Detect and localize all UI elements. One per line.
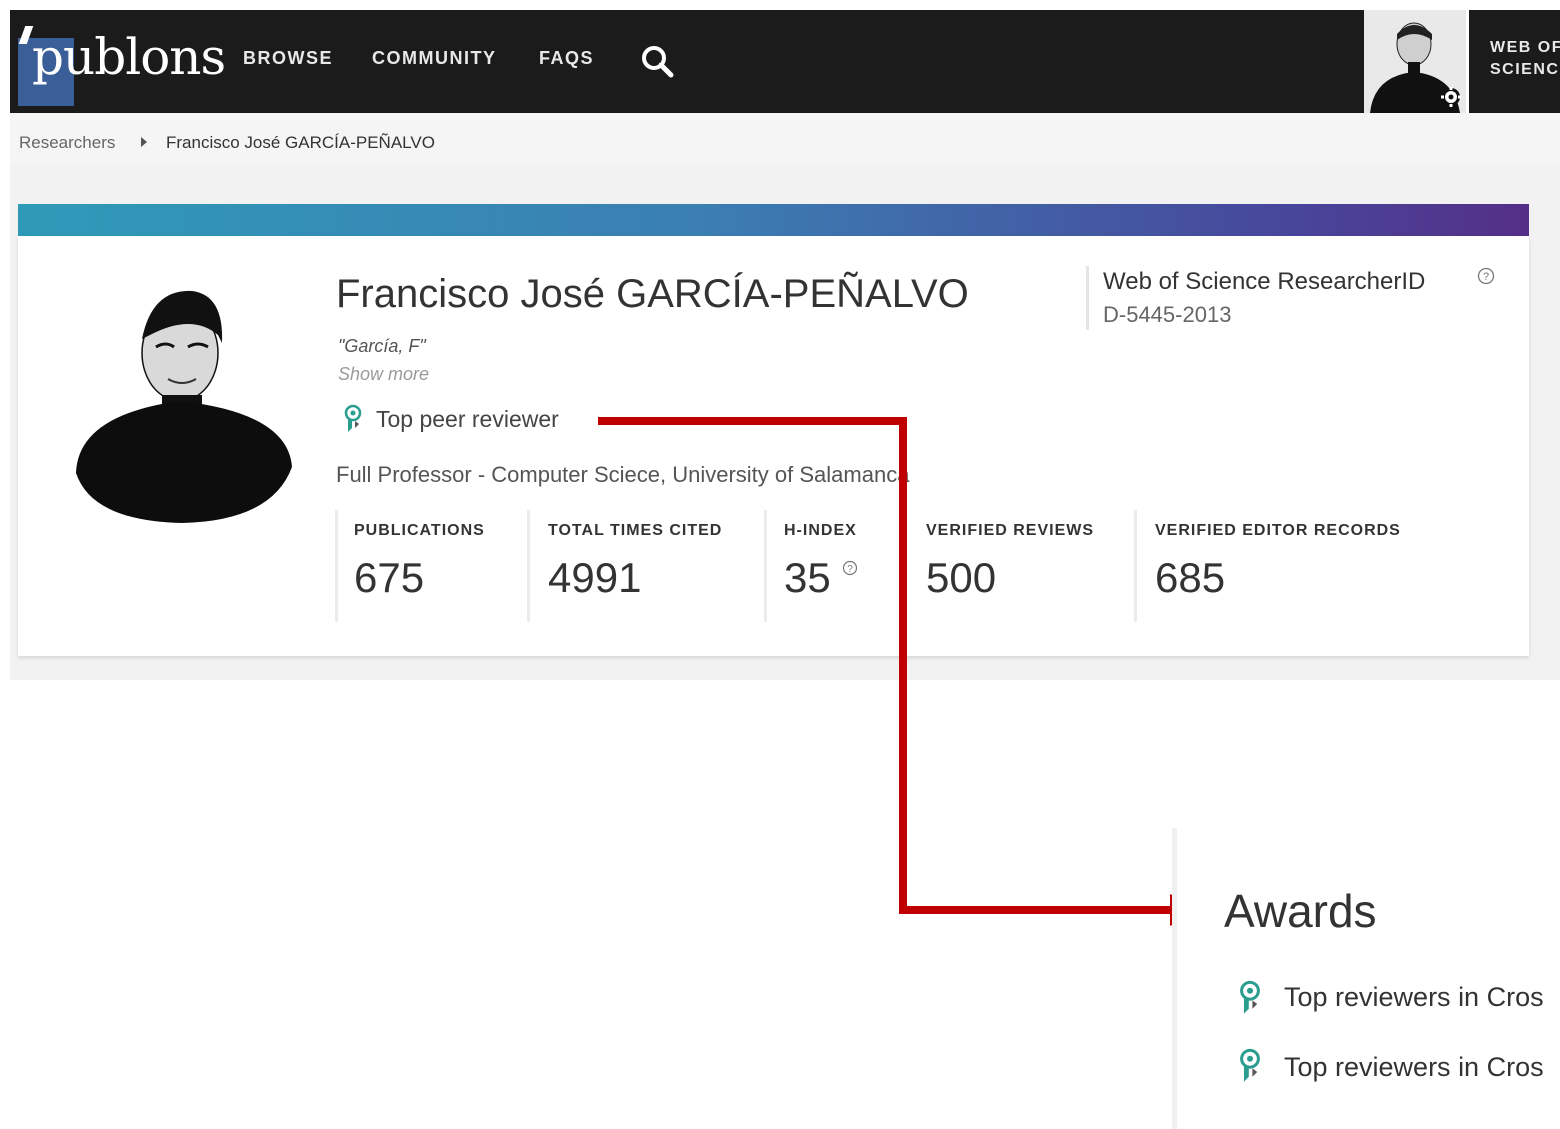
- wos-researcher-id-label: Web of Science ResearcherID: [1103, 268, 1426, 295]
- metric-label: H-INDEX: [784, 522, 857, 539]
- researcher-name: Francisco José GARCÍA-PEÑALVO: [336, 272, 969, 316]
- award-item[interactable]: Top reviewers in Cros: [1284, 982, 1544, 1013]
- metric-divider: [764, 510, 767, 622]
- svg-text:?: ?: [847, 564, 853, 575]
- metric-divider: [527, 510, 530, 622]
- svg-text:?: ?: [1483, 271, 1489, 283]
- publons-logo[interactable]: publons: [18, 18, 226, 108]
- help-icon[interactable]: ?: [1477, 267, 1495, 285]
- show-more-link[interactable]: Show more: [338, 364, 429, 385]
- breadcrumb: Researchers Francisco José GARCÍA-PEÑALV…: [10, 113, 1560, 165]
- researcher-position: Full Professor - Computer Sciece, Univer…: [336, 462, 910, 487]
- metric-label: PUBLICATIONS: [354, 522, 485, 539]
- profile-header-bar: [18, 204, 1529, 236]
- metric-divider: [1134, 510, 1137, 622]
- profile-photo: [76, 290, 292, 523]
- top-navbar: publons BROWSE COMMUNITY FAQS WEB OF SCI…: [10, 10, 1560, 113]
- breadcrumb-current: Francisco José GARCÍA-PEÑALVO: [166, 133, 435, 152]
- user-avatar[interactable]: [1364, 10, 1466, 113]
- breadcrumb-researchers[interactable]: Researchers: [19, 133, 115, 153]
- nav-community[interactable]: COMMUNITY: [372, 48, 497, 69]
- award-ribbon-icon: [344, 404, 362, 432]
- metric-label: VERIFIED EDITOR RECORDS: [1155, 522, 1401, 539]
- awards-panel: [1172, 828, 1560, 1129]
- awards-heading: Awards: [1224, 885, 1377, 937]
- gear-icon[interactable]: [1440, 86, 1462, 108]
- award-item[interactable]: Top reviewers in Cros: [1284, 1052, 1544, 1083]
- researcher-alias: "García, F": [338, 336, 426, 356]
- logo-text: publons: [32, 28, 226, 86]
- nav-faqs[interactable]: FAQS: [539, 48, 594, 69]
- metric-value: 500: [926, 554, 997, 601]
- top-peer-reviewer-badge[interactable]: Top peer reviewer: [376, 406, 559, 433]
- metric-label: VERIFIED REVIEWS: [926, 522, 1095, 539]
- metric-divider: [335, 510, 338, 622]
- wos-researcher-id: D-5445-2013: [1103, 302, 1232, 327]
- metric-value: 4991: [548, 554, 642, 601]
- metric-value: 35: [784, 554, 831, 601]
- metric-label: TOTAL TIMES CITED: [548, 522, 723, 539]
- award-ribbon-icon: [1240, 1048, 1260, 1082]
- help-icon[interactable]: ?: [842, 560, 858, 576]
- award-ribbon-icon: [1240, 980, 1260, 1014]
- search-icon[interactable]: [640, 44, 674, 78]
- breadcrumb-separator-icon: [141, 137, 147, 147]
- metric-value: 685: [1155, 554, 1226, 601]
- web-of-science-link[interactable]: WEB OF SCIENC: [1490, 37, 1560, 81]
- metric-value: 675: [354, 554, 425, 601]
- nav-browse[interactable]: BROWSE: [243, 48, 333, 69]
- nav-divider: [1466, 10, 1469, 113]
